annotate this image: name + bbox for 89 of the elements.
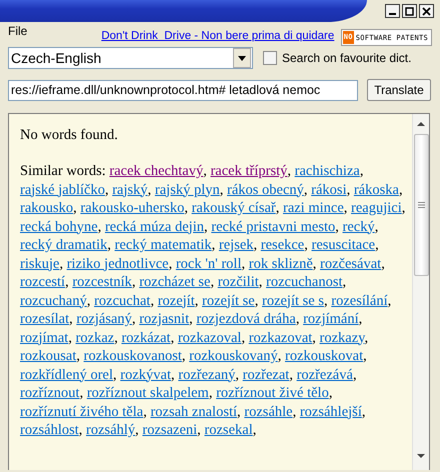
word-link[interactable]: rozříznout živé tělo: [216, 385, 329, 401]
word-link[interactable]: rozkazoval: [178, 330, 242, 346]
word-link[interactable]: rákoska: [354, 182, 399, 198]
minimize-icon: [389, 13, 396, 15]
word-link[interactable]: rozkazy: [320, 330, 364, 346]
minimize-button[interactable]: [385, 4, 400, 18]
word-link[interactable]: resuscitace: [312, 237, 376, 253]
word-link[interactable]: rozsah znalostí: [150, 404, 238, 420]
word-link[interactable]: rozkousat: [20, 348, 76, 364]
word-link[interactable]: rok sklizně: [248, 256, 313, 272]
word-link[interactable]: rozcuchaný: [20, 292, 87, 308]
word-link[interactable]: recký dramatik: [20, 237, 108, 253]
word-link[interactable]: riziko jednotlivce: [66, 256, 169, 272]
word-link[interactable]: rozkouskovat: [284, 348, 364, 364]
word-link[interactable]: rozesílat: [20, 311, 70, 327]
word-link[interactable]: rozkouskovaný: [189, 348, 278, 364]
visited-word-link[interactable]: racek tříprstý: [210, 163, 288, 179]
word-link[interactable]: rozkřídlený orel: [20, 366, 114, 382]
word-link[interactable]: razi mince: [282, 200, 344, 216]
checkbox[interactable]: [263, 51, 277, 65]
word-link[interactable]: rozříznout: [20, 385, 80, 401]
word-link[interactable]: rozejít: [158, 292, 195, 308]
word-link[interactable]: rozsazeni: [142, 422, 198, 438]
word-link[interactable]: rachischiza: [294, 163, 360, 179]
word-link[interactable]: rajský: [112, 182, 148, 198]
word-link[interactable]: rozříznutí živého těla: [20, 404, 144, 420]
maximize-button[interactable]: [402, 4, 417, 18]
similar-words-text: Similar words: racek chechtavý, racek tříprstý, rachischiza, rajské jablíčko, rajský, rajský plyn, rákos obecný, rákosi, rákoska, rakousko, rakousko-uhersko, rakouský císař, razi mince, reagujici, recká bohyne, recká múza dejin, recké pristavni mesto, recký, recký dramatik, recký matematik, rejsek, resekce, resuscitace, riskuje, riziko jednotlivce, rock 'n' roll, rok sklizně, rozčesávat, rozcestí, rozcestník, rozcházet se, rozčilit, rozcuchanost, rozcuchaný, rozcuchat, rozejít, rozejít se, rozejít se s, rozesílání, rozesílat, rozjásaný, rozjasnit, rozjezdová dráha, rozjímání, rozjímat, rozkaz, rozkázat, rozkazoval, rozkazovat, rozkazy, rozkousat, rozkouskovanost, rozkouskovaný, rozkouskovat, rozkřídlený orel, rozkývat, rozřezaný, rozřezat, rozřezává, rozříznout, rozříznout skalpelem, rozříznout živé tělo, rozříznutí živého těla, rozsah znalostí, rozsáhle, rozsáhlejší, rozsáhlost, rozsáhlý, rozsazeni, rozsekal,: [20, 162, 406, 440]
word-link[interactable]: rejsek: [218, 237, 254, 253]
word-link[interactable]: rozjímat: [20, 330, 68, 346]
translate-button[interactable]: Translate: [367, 79, 431, 101]
word-link[interactable]: recká bohyne: [20, 218, 98, 234]
word-link[interactable]: recké pristavni mesto: [211, 218, 336, 234]
word-link[interactable]: rozčilit: [218, 274, 259, 290]
word-link[interactable]: rozejít se: [202, 292, 255, 308]
word-link[interactable]: recký matematik: [114, 237, 212, 253]
word-link[interactable]: rozkazovat: [248, 330, 312, 346]
word-link[interactable]: rozejít se s: [262, 292, 324, 308]
word-link[interactable]: rákosi: [311, 182, 347, 198]
maximize-icon: [405, 6, 414, 16]
caret-icon: [238, 56, 246, 60]
word-link[interactable]: rozsáhle: [244, 404, 293, 420]
close-button[interactable]: [419, 4, 434, 18]
grip-icon: [418, 202, 424, 208]
word-link[interactable]: rozkázat: [121, 330, 171, 346]
word-link[interactable]: rajské jablíčko: [20, 182, 105, 198]
checkbox-label: Search on favourite dict.: [282, 51, 412, 65]
word-link[interactable]: rozříznout skalpelem: [86, 385, 209, 401]
dictionary-dropdown[interactable]: Czech-English: [8, 47, 253, 69]
word-link[interactable]: resekce: [260, 237, 304, 253]
close-icon: [422, 6, 431, 16]
word-link[interactable]: rozsáhlejší: [300, 404, 362, 420]
word-link[interactable]: rozřezává: [296, 366, 353, 382]
word-link[interactable]: rákos obecný: [227, 182, 304, 198]
word-link[interactable]: rozcestí: [20, 274, 66, 290]
word-link[interactable]: rakousko-uhersko: [80, 200, 184, 216]
word-link[interactable]: recká múza dejin: [104, 218, 204, 234]
word-link[interactable]: rock 'n' roll: [176, 256, 242, 272]
word-link[interactable]: riskuje: [20, 256, 60, 272]
word-link[interactable]: rozkouskovanost: [84, 348, 182, 364]
scrollbar[interactable]: [412, 114, 429, 470]
word-link[interactable]: rozsáhlý: [86, 422, 136, 438]
word-link[interactable]: rozcuchat: [94, 292, 150, 308]
menu-item[interactable]: File: [8, 24, 28, 38]
word-link[interactable]: recký: [342, 218, 375, 234]
word-link[interactable]: rozjezdová dráha: [196, 311, 296, 327]
word-link[interactable]: rozřezat: [242, 366, 290, 382]
word-link[interactable]: rozřezaný: [178, 366, 236, 382]
visited-word-link[interactable]: racek chechtavý: [109, 163, 204, 179]
word-link[interactable]: reagujici: [351, 200, 402, 216]
word-link[interactable]: rozjasnit: [139, 311, 190, 327]
word-link[interactable]: rakousko: [20, 200, 74, 216]
word-link[interactable]: rajský plyn: [154, 182, 220, 198]
word-link[interactable]: rozjímání: [303, 311, 359, 327]
search-field[interactable]: res://ieframe.dll/unknownprotocol.htm# letadlová nemoc: [8, 80, 358, 100]
banner-link[interactable]: Don't Drink Drive - Non bere prima di quidare: [101, 30, 334, 42]
word-link[interactable]: rozesílání: [331, 292, 388, 308]
scroll-thumb[interactable]: [414, 134, 428, 276]
word-link[interactable]: rozjásaný: [76, 311, 132, 327]
word-link[interactable]: rozkývat: [120, 366, 171, 382]
word-link[interactable]: rozcuchanost: [266, 274, 343, 290]
word-link[interactable]: rozčesávat: [320, 256, 382, 272]
word-link[interactable]: rozsekal: [204, 422, 253, 438]
no-results-message: No words found.: [20, 127, 119, 144]
word-link[interactable]: rozsáhlost: [20, 422, 79, 438]
word-link[interactable]: rozcestník: [72, 274, 132, 290]
word-link[interactable]: rakouský císař: [192, 200, 276, 216]
word-link[interactable]: rozcházet se: [139, 274, 210, 290]
word-link[interactable]: rozkaz: [76, 330, 114, 346]
